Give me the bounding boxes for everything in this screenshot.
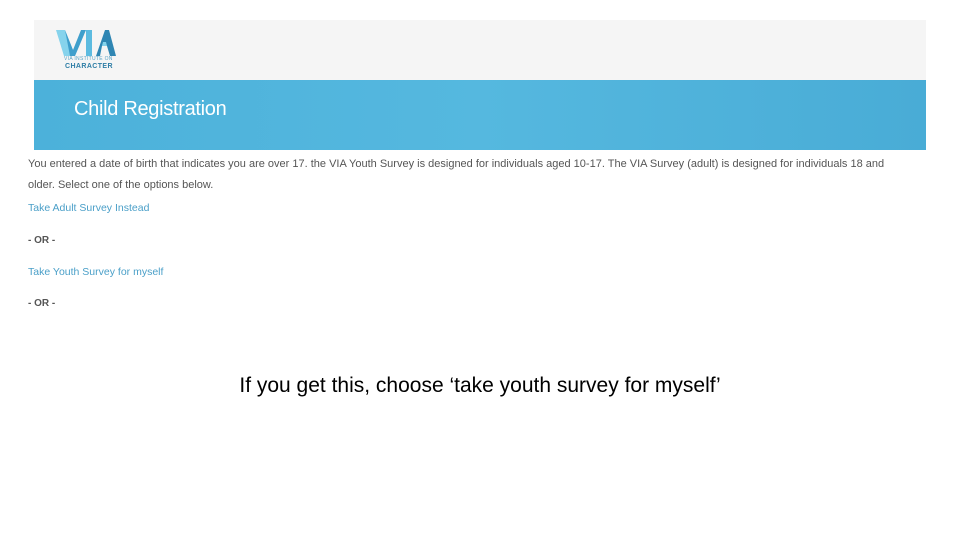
logo-tagline: VIA INSTITUTE ON — [64, 56, 113, 62]
slide: VIA INSTITUTE ON CHARACTER Child Registr… — [0, 0, 960, 540]
site-header: VIA INSTITUTE ON CHARACTER — [34, 20, 926, 80]
via-logo-mark-icon — [56, 30, 116, 56]
page-banner: Child Registration — [34, 80, 926, 150]
age-warning-message: You entered a date of birth that indicat… — [28, 158, 885, 191]
or-separator: - OR - — [28, 235, 56, 246]
or-separator: - OR - — [28, 298, 56, 309]
slide-caption: If you get this, choose ‘take youth surv… — [239, 374, 721, 397]
page-title: Child Registration — [74, 98, 227, 120]
logo-name: CHARACTER — [65, 63, 113, 70]
take-adult-survey-link[interactable]: Take Adult Survey Instead — [28, 202, 149, 214]
via-logo[interactable]: VIA INSTITUTE ON CHARACTER — [56, 28, 118, 74]
take-youth-survey-link[interactable]: Take Youth Survey for myself — [28, 266, 163, 278]
